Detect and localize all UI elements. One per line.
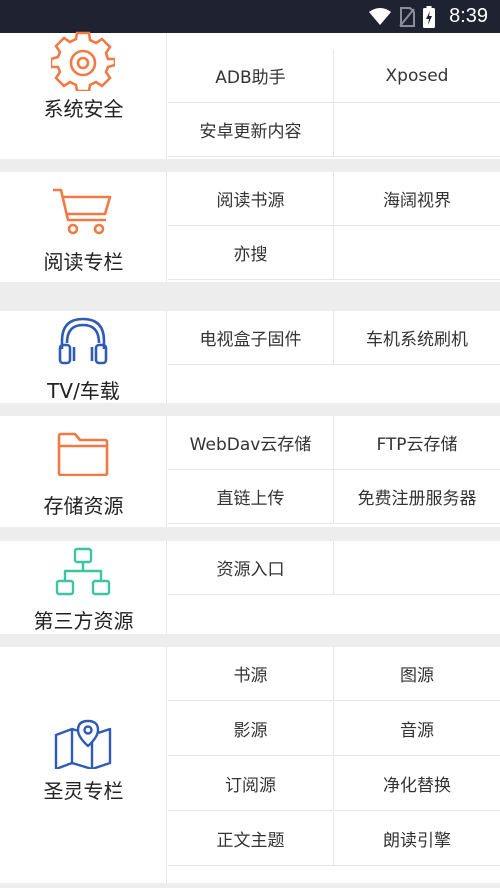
category-shengling[interactable]: 圣灵专栏 xyxy=(0,647,167,883)
grid-item-subscription[interactable]: 订阅源 xyxy=(168,757,334,811)
wifi-icon xyxy=(369,7,392,25)
no-sim-icon xyxy=(399,6,416,27)
category-storage[interactable]: 存储资源 xyxy=(0,416,167,527)
section-storage: 存储资源 WebDav云存储 FTP云存储 直链上传 免费注册服务器 xyxy=(0,416,500,527)
category-label: TV/车载 xyxy=(47,379,120,403)
grid-item-purify[interactable]: 净化替换 xyxy=(334,757,500,811)
grid-item-adb[interactable]: ADB助手 xyxy=(168,49,334,103)
category-label: 圣灵专栏 xyxy=(43,779,124,803)
grid-item-ftp[interactable]: FTP云存储 xyxy=(334,416,500,470)
map-pin-icon xyxy=(54,719,112,769)
grid-item-text-theme[interactable]: 正文主题 xyxy=(168,812,334,866)
grid-item-free-server[interactable]: 免费注册服务器 xyxy=(334,470,500,524)
grid-item-video-source[interactable]: 影源 xyxy=(168,702,334,756)
category-label: 阅读专栏 xyxy=(43,250,124,274)
grid-item-xposed[interactable]: Xposed xyxy=(334,49,500,103)
category-label: 存储资源 xyxy=(43,494,124,518)
section-thirdparty: 第三方资源 资源入口 xyxy=(0,541,500,634)
grid-item-car-flash[interactable]: 车机系统刷机 xyxy=(334,311,500,365)
grid-item-tvbox-firmware[interactable]: 电视盒子固件 xyxy=(168,311,334,365)
headphones-icon xyxy=(58,317,108,365)
grid-item-android-update[interactable]: 安卓更新内容 xyxy=(168,103,334,157)
grid-item-reading-source[interactable]: 阅读书源 xyxy=(168,172,334,226)
grid-item-webdav[interactable]: WebDav云存储 xyxy=(168,416,334,470)
gear-icon xyxy=(51,31,115,91)
section-shengling: 圣灵专栏 书源 图源 影源 音源 订阅源 净化替换 正文主题 朗读引擎 xyxy=(0,647,500,883)
grid-item-empty xyxy=(334,226,500,280)
battery-charging-icon xyxy=(423,5,436,28)
grid-item-empty xyxy=(334,541,500,595)
category-security[interactable]: 系统安全 xyxy=(0,31,167,159)
category-reading[interactable]: 阅读专栏 xyxy=(0,172,167,282)
grid-item-book-source[interactable]: 书源 xyxy=(168,647,334,701)
sitemap-icon xyxy=(55,547,111,596)
category-tv[interactable]: TV/车载 xyxy=(0,311,167,403)
grid-item-yisou[interactable]: 亦搜 xyxy=(168,226,334,280)
grid-item-empty xyxy=(334,103,500,157)
clock: 8:39 xyxy=(449,5,488,27)
folder-icon xyxy=(57,432,109,476)
category-label: 系统安全 xyxy=(43,97,124,121)
grid-item-image-source[interactable]: 图源 xyxy=(334,647,500,701)
grid-item-haikuo[interactable]: 海阔视界 xyxy=(334,172,500,226)
grid-item-direct-upload[interactable]: 直链上传 xyxy=(168,470,334,524)
section-reading: 阅读专栏 阅读书源 海阔视界 亦搜 xyxy=(0,172,500,282)
grid-item-tts-engine[interactable]: 朗读引擎 xyxy=(334,812,500,866)
category-thirdparty[interactable]: 第三方资源 xyxy=(0,541,167,634)
section-tv: TV/车载 电视盒子固件 车机系统刷机 xyxy=(0,311,500,403)
shopping-cart-icon xyxy=(53,188,112,235)
section-security: 系统安全 ADB助手 Xposed 安卓更新内容 xyxy=(0,31,500,159)
grid-item-audio-source[interactable]: 音源 xyxy=(334,702,500,756)
category-label: 第三方资源 xyxy=(33,609,134,633)
grid-item-resource-entry[interactable]: 资源入口 xyxy=(168,541,334,595)
